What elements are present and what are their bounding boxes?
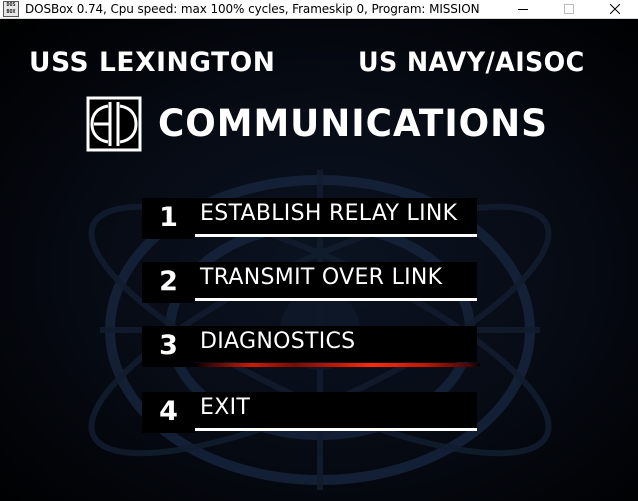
menu-item-establish-relay-link[interactable]: 1 ESTABLISH RELAY LINK (142, 198, 480, 242)
menu-item-transmit-over-link[interactable]: 2 TRANSMIT OVER LINK (142, 262, 480, 306)
dosbox-window: DOS BOX DOSBox 0.74, Cpu speed: max 100% … (0, 0, 638, 501)
menu-label: EXIT (200, 395, 251, 420)
menu-label: TRANSMIT OVER LINK (200, 265, 443, 290)
page-title: COMMUNICATIONS (158, 102, 548, 145)
menu-number: 3 (159, 330, 178, 361)
menu-label: ESTABLISH RELAY LINK (200, 201, 458, 226)
ship-name: USS LEXINGTON (29, 47, 276, 78)
close-button[interactable] (592, 0, 638, 19)
menu-number-box: 3 (142, 326, 195, 367)
menu-underline (195, 428, 477, 431)
menu-item-exit[interactable]: 4 EXIT (142, 392, 480, 436)
menu-label-box: TRANSMIT OVER LINK (195, 262, 477, 298)
menu-number: 1 (159, 202, 178, 233)
menu-number-box: 1 (142, 198, 195, 239)
menu-number-box: 4 (142, 392, 195, 433)
title-bar[interactable]: DOS BOX DOSBox 0.74, Cpu speed: max 100% … (0, 0, 638, 19)
menu-label-box: EXIT (195, 392, 477, 428)
minimize-button[interactable] (500, 0, 546, 19)
menu-underline (195, 234, 477, 237)
communications-logo-icon (86, 96, 142, 152)
game-screen: USS LEXINGTON US NAVY/AISOC COMMUNICATIO… (0, 20, 638, 501)
space-command-emblem-icon (88, 170, 552, 490)
organization-name: US NAVY/AISOC (358, 47, 585, 78)
window-title: DOSBox 0.74, Cpu speed: max 100% cycles,… (25, 2, 480, 16)
menu-label: DIAGNOSTICS (200, 329, 356, 354)
close-icon (610, 4, 620, 14)
menu-number: 2 (159, 266, 178, 297)
menu-label-box: DIAGNOSTICS (195, 326, 477, 362)
selection-highlight (195, 363, 480, 367)
menu-label-box: ESTABLISH RELAY LINK (195, 198, 477, 234)
dosbox-app-icon[interactable]: DOS BOX (3, 1, 19, 17)
menu-underline (195, 298, 477, 301)
maximize-button[interactable] (546, 0, 592, 19)
menu-item-diagnostics[interactable]: 3 DIAGNOSTICS (142, 326, 480, 370)
menu-number: 4 (159, 396, 178, 427)
menu-number-box: 2 (142, 262, 195, 303)
